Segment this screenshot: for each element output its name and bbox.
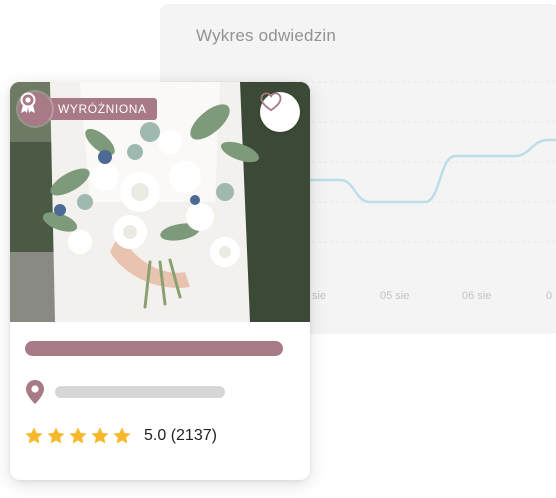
location-row xyxy=(25,379,225,405)
favorite-button[interactable] xyxy=(260,92,300,132)
visits-series-line xyxy=(310,138,556,204)
star-icon xyxy=(69,427,87,444)
location-placeholder xyxy=(55,386,225,398)
x-tick-label: 05 sie xyxy=(380,290,409,302)
heart-outline-icon xyxy=(260,92,282,112)
star-rating xyxy=(24,426,132,446)
bouquet-photo: WYRÓŻNIONA xyxy=(10,82,310,322)
rating-row: 5.0 (2137) xyxy=(24,426,217,446)
map-pin-icon xyxy=(26,380,44,404)
listing-card[interactable]: WYRÓŻNIONA 5.0 (2137) xyxy=(10,82,310,480)
rating-value: 5.0 xyxy=(144,427,167,444)
listing-title-placeholder xyxy=(25,341,283,356)
star-icon xyxy=(25,427,43,444)
star-icon xyxy=(113,427,131,444)
star-icon xyxy=(47,427,65,444)
featured-badge: WYRÓŻNIONA xyxy=(18,92,157,126)
featured-badge-label: WYRÓŻNIONA xyxy=(44,98,157,120)
x-tick-label: sie xyxy=(312,290,326,302)
rating-count: (2137) xyxy=(170,427,217,444)
x-tick-label: 0 xyxy=(546,290,552,302)
award-ribbon-icon xyxy=(18,92,52,126)
x-tick-label: 06 sie xyxy=(462,290,491,302)
star-icon xyxy=(91,427,109,444)
